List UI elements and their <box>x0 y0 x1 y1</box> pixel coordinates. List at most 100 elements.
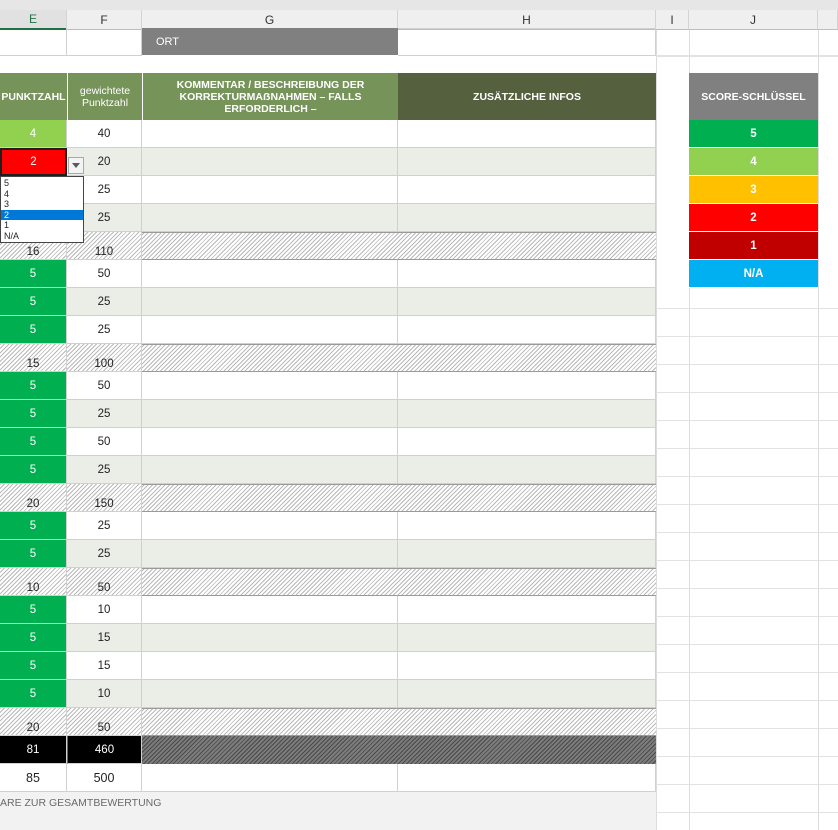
score-cell[interactable]: 5 <box>0 540 67 568</box>
info-cell[interactable] <box>398 260 656 288</box>
score-cell[interactable]: 5 <box>0 372 67 400</box>
max-info-cell[interactable] <box>398 764 656 792</box>
comment-cell[interactable] <box>142 512 398 540</box>
subtotal-score[interactable]: 20 <box>0 708 67 736</box>
total-score[interactable]: 81 <box>0 736 67 764</box>
column-header-f[interactable]: F <box>67 10 142 30</box>
score-cell[interactable]: 5 <box>0 260 67 288</box>
info-cell[interactable] <box>398 540 656 568</box>
grid-line-horizontal <box>656 476 838 477</box>
info-cell[interactable] <box>398 148 656 176</box>
column-header-e[interactable]: E <box>0 10 67 30</box>
subtotal-score[interactable]: 20 <box>0 484 67 512</box>
weighted-score-cell[interactable]: 25 <box>67 512 142 540</box>
column-header-h[interactable]: H <box>398 10 656 30</box>
score-cell[interactable]: 5 <box>0 316 67 344</box>
column-header-j[interactable]: J <box>689 10 818 30</box>
score-cell[interactable]: 5 <box>0 512 67 540</box>
weighted-score-cell[interactable]: 25 <box>67 456 142 484</box>
info-cell[interactable] <box>398 316 656 344</box>
comment-cell[interactable] <box>142 372 398 400</box>
dropdown-option[interactable]: 2 <box>1 209 83 220</box>
weighted-score-cell[interactable]: 25 <box>67 400 142 428</box>
weighted-score-cell[interactable]: 15 <box>67 624 142 652</box>
score-cell[interactable]: 5 <box>0 400 67 428</box>
score-cell[interactable]: 5 <box>0 288 67 316</box>
score-cell[interactable]: 5 <box>0 596 67 624</box>
weighted-score-cell[interactable]: 50 <box>67 428 142 456</box>
comment-cell[interactable] <box>142 120 398 148</box>
comment-cell[interactable] <box>142 428 398 456</box>
dropdown-option[interactable]: 5 <box>1 178 83 189</box>
dropdown-option[interactable]: N/A <box>1 231 83 242</box>
comment-cell[interactable] <box>142 260 398 288</box>
comment-cell[interactable] <box>142 456 398 484</box>
weighted-score-cell[interactable]: 50 <box>67 372 142 400</box>
max-weighted-score[interactable]: 500 <box>67 764 142 792</box>
subtotal-weighted-score[interactable]: 50 <box>67 568 142 596</box>
cell-e-location[interactable] <box>0 28 67 56</box>
score-cell[interactable]: 5 <box>0 624 67 652</box>
info-cell[interactable] <box>398 596 656 624</box>
weighted-score-cell[interactable]: 50 <box>67 260 142 288</box>
selected-score-cell[interactable]: 2 <box>0 148 67 176</box>
info-cell[interactable] <box>398 428 656 456</box>
subtotal-score[interactable]: 10 <box>0 568 67 596</box>
column-header-k[interactable] <box>818 10 838 30</box>
cell-f-location[interactable] <box>67 28 142 56</box>
max-comment-cell[interactable] <box>142 764 398 792</box>
info-cell[interactable] <box>398 204 656 232</box>
weighted-score-cell[interactable]: 25 <box>67 540 142 568</box>
column-header-i[interactable]: I <box>656 10 689 30</box>
comment-cell[interactable] <box>142 204 398 232</box>
comment-cell[interactable] <box>142 316 398 344</box>
comment-cell[interactable] <box>142 652 398 680</box>
info-cell[interactable] <box>398 372 656 400</box>
weighted-score-cell[interactable]: 25 <box>67 288 142 316</box>
info-cell[interactable] <box>398 176 656 204</box>
dropdown-arrow-button[interactable] <box>68 157 84 174</box>
comment-cell[interactable] <box>142 624 398 652</box>
comment-cell[interactable] <box>142 680 398 708</box>
comment-cell[interactable] <box>142 148 398 176</box>
subtotal-weighted-score[interactable]: 150 <box>67 484 142 512</box>
comment-cell[interactable] <box>142 400 398 428</box>
info-cell[interactable] <box>398 456 656 484</box>
dropdown-option[interactable]: 1 <box>1 220 83 231</box>
total-weighted-score[interactable]: 460 <box>67 736 142 764</box>
location-value-cell[interactable] <box>398 28 656 56</box>
subtotal-weighted-score[interactable]: 100 <box>67 344 142 372</box>
weighted-score-cell[interactable]: 40 <box>67 120 142 148</box>
info-cell[interactable] <box>398 680 656 708</box>
subtotal-weighted-score[interactable]: 50 <box>67 708 142 736</box>
comment-cell[interactable] <box>142 540 398 568</box>
comment-cell[interactable] <box>142 288 398 316</box>
overall-comment-box[interactable]: ARE ZUR GESAMTBEWERTUNG <box>0 792 656 830</box>
dropdown-option[interactable]: 4 <box>1 189 83 200</box>
column-header-g[interactable]: G <box>142 10 398 30</box>
info-cell[interactable] <box>398 624 656 652</box>
weighted-score-cell[interactable]: 15 <box>67 652 142 680</box>
info-cell[interactable] <box>398 400 656 428</box>
subtotal-score[interactable]: 15 <box>0 344 67 372</box>
score-cell[interactable]: 5 <box>0 652 67 680</box>
score-cell[interactable]: 5 <box>0 456 67 484</box>
info-cell[interactable] <box>398 512 656 540</box>
score-key-item: 3 <box>689 176 818 204</box>
info-cell[interactable] <box>398 120 656 148</box>
weighted-score-cell[interactable]: 10 <box>67 596 142 624</box>
grid-line-vertical <box>656 30 657 830</box>
grid-line-horizontal <box>656 56 838 57</box>
max-score[interactable]: 85 <box>0 764 67 792</box>
score-cell[interactable]: 5 <box>0 428 67 456</box>
score-dropdown-list[interactable]: 5 4 3 2 1 N/A <box>0 176 84 243</box>
weighted-score-cell[interactable]: 25 <box>67 316 142 344</box>
info-cell[interactable] <box>398 652 656 680</box>
comment-cell[interactable] <box>142 596 398 624</box>
weighted-score-cell[interactable]: 10 <box>67 680 142 708</box>
score-cell[interactable]: 5 <box>0 680 67 708</box>
score-cell[interactable]: 4 <box>0 120 67 148</box>
info-cell[interactable] <box>398 288 656 316</box>
dropdown-option[interactable]: 3 <box>1 199 83 210</box>
comment-cell[interactable] <box>142 176 398 204</box>
